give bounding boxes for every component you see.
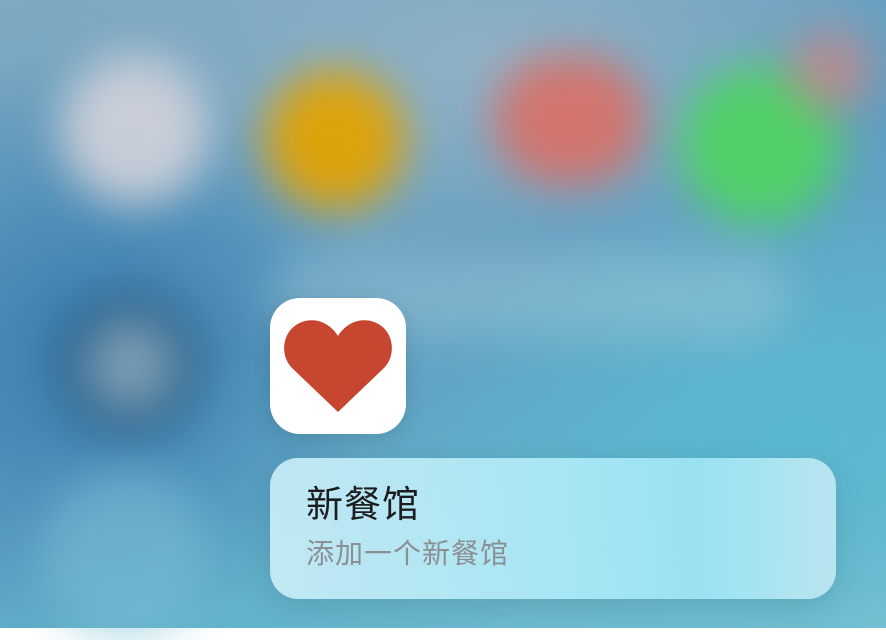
app-icon[interactable] [270, 298, 406, 434]
blurred-app-icon [60, 55, 210, 205]
blurred-app-icon [495, 55, 645, 185]
blurred-app-icon [790, 30, 870, 110]
quick-action-subtitle: 添加一个新餐馆 [306, 537, 510, 570]
blurred-app-icon [40, 470, 210, 640]
blurred-app-icon [265, 70, 405, 210]
heart-icon [284, 320, 392, 412]
quick-action-title: 新餐馆 [306, 483, 420, 526]
blurred-app-icon [85, 320, 175, 410]
quick-action-new-restaurant[interactable]: 新餐馆 添加一个新餐馆 [270, 458, 836, 599]
